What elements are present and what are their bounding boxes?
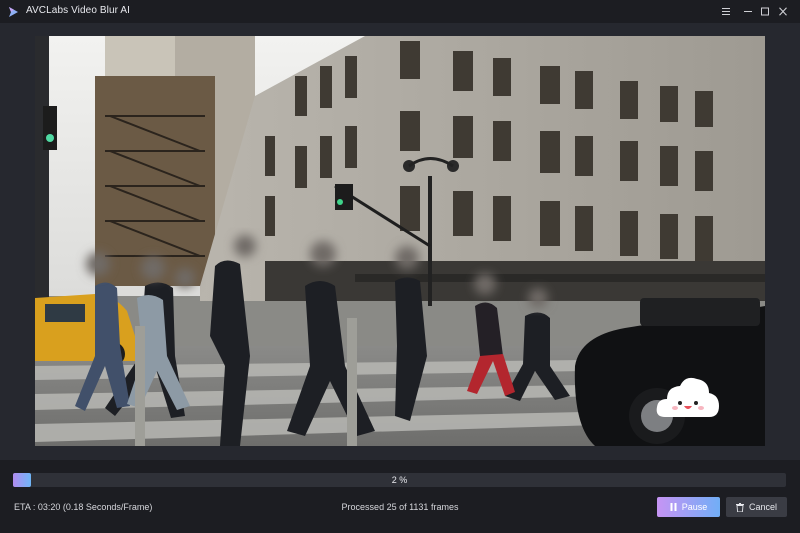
app-title: AVCLabs Video Blur AI <box>26 5 131 16</box>
close-icon[interactable] <box>774 3 792 19</box>
progress-percent-label: 2 % <box>391 475 408 485</box>
cancel-button[interactable]: Cancel <box>726 497 787 517</box>
pause-label: Pause <box>681 502 708 512</box>
bottom-panel: 2 % ETA : 03:20 (0.18 Seconds/Frame) Pro… <box>0 460 800 533</box>
title-bar: AVCLabs Video Blur AI <box>0 0 800 23</box>
minimize-icon[interactable] <box>739 3 757 19</box>
cancel-label: Cancel <box>748 502 777 512</box>
menu-icon[interactable] <box>717 3 735 19</box>
cloud-mascot-icon <box>656 377 719 417</box>
video-preview <box>35 36 765 446</box>
pause-icon <box>670 503 677 511</box>
video-stage <box>0 23 800 460</box>
app-logo-icon <box>7 5 19 17</box>
trash-icon <box>735 502 744 512</box>
pause-button[interactable]: Pause <box>657 497 720 517</box>
maximize-icon[interactable] <box>756 3 774 19</box>
progress-bar: 2 % <box>13 473 786 487</box>
